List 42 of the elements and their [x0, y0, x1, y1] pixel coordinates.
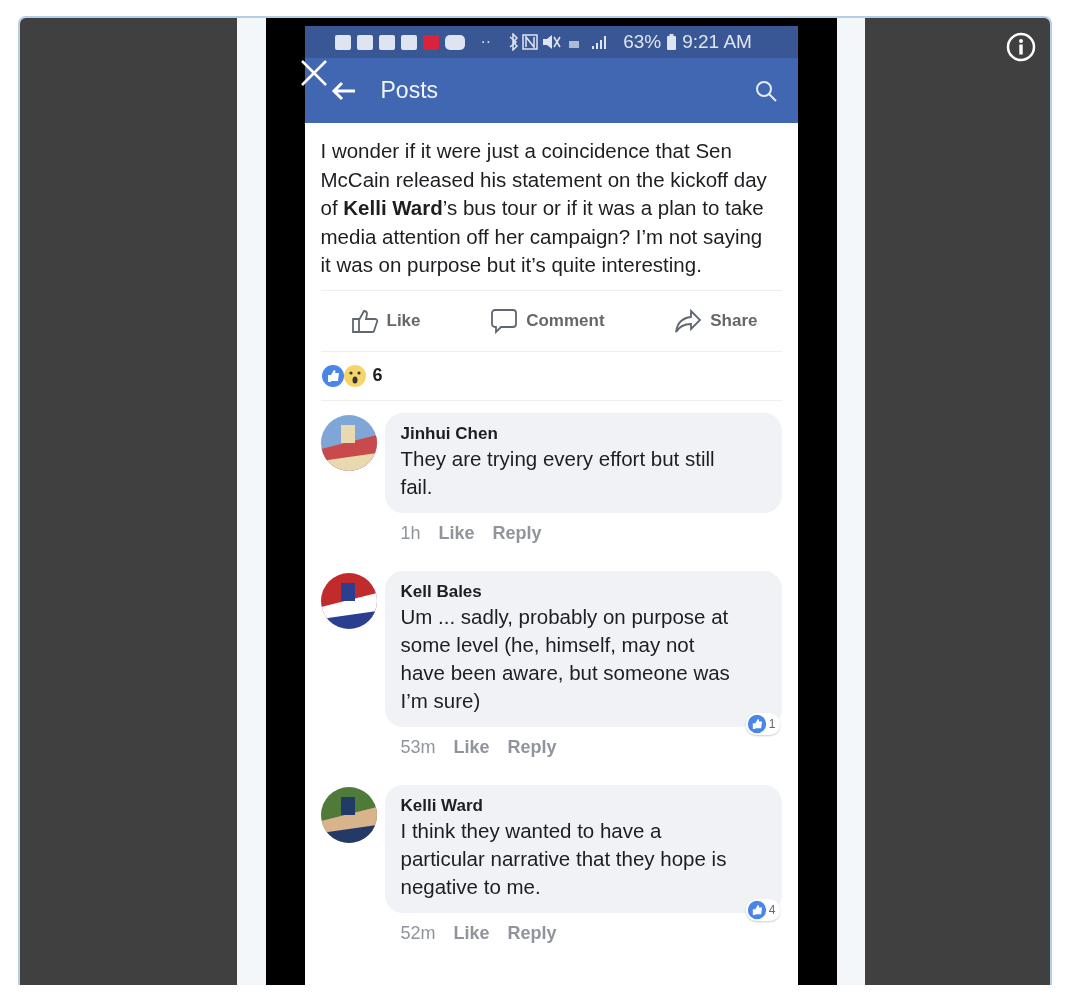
- reply-link[interactable]: Reply: [492, 523, 542, 544]
- post-text: I wonder if it were just a coincidence that Sen McCain released his statement on the kickoff day of Kelli Ward’s bus tour or if it was a plan to take media attention off her campaign? I’m not saying it was on purpose but it’s quite interesting.: [320, 138, 768, 278]
- app-icon: [444, 34, 465, 50]
- page-title: Posts: [380, 77, 440, 104]
- thumbs-up-icon: [350, 307, 379, 334]
- battery-level: 63%: [623, 31, 662, 53]
- reaction-count: 4: [768, 902, 776, 917]
- comment-text: They are trying every effort but still fail.: [400, 445, 716, 500]
- comment-text: I think they wanted to have a particular narrative that they hope is negative to me.: [400, 817, 728, 900]
- like-button[interactable]: Like: [350, 307, 421, 334]
- commenter-name: Kelli Ward: [400, 794, 484, 817]
- share-arrow-icon: [674, 307, 703, 334]
- app-icon: [400, 34, 417, 50]
- clock: 9:21 AM: [682, 31, 752, 53]
- comment-time: 53m: [400, 737, 436, 758]
- like-link[interactable]: Like: [438, 523, 475, 544]
- app-icon: [356, 34, 373, 50]
- info-icon[interactable]: [1006, 32, 1036, 62]
- more-indicator: ··: [480, 33, 492, 51]
- back-arrow-icon[interactable]: [330, 80, 357, 101]
- reaction-count: 6: [372, 365, 383, 386]
- comment-button[interactable]: Comment: [490, 307, 605, 334]
- commenter-name: Jinhui Chen: [400, 422, 499, 445]
- reply-link[interactable]: Reply: [507, 923, 557, 944]
- app-icon: [378, 34, 395, 50]
- search-icon[interactable]: [753, 78, 778, 103]
- like-link[interactable]: Like: [453, 737, 490, 758]
- like-link[interactable]: Like: [453, 923, 490, 944]
- close-icon[interactable]: [299, 58, 329, 88]
- reply-link[interactable]: Reply: [507, 737, 557, 758]
- comment-text: Um ... sadly, probably on purpose at some level (he, himself, may not have been aware, but someone was I’m sure): [400, 603, 731, 714]
- reaction-count: 1: [768, 716, 776, 731]
- like-reaction-icon: [320, 363, 345, 388]
- battery-icon: [667, 34, 677, 50]
- app-icon: [334, 34, 351, 50]
- speech-bubble-icon: [490, 307, 519, 334]
- wow-reaction-icon: [342, 363, 367, 388]
- comment-time: 1h: [400, 523, 421, 544]
- app-icon: [422, 34, 439, 50]
- commenter-name: Kell Bales: [400, 580, 483, 603]
- comment-time: 52m: [400, 923, 436, 944]
- share-button[interactable]: Share: [674, 307, 758, 334]
